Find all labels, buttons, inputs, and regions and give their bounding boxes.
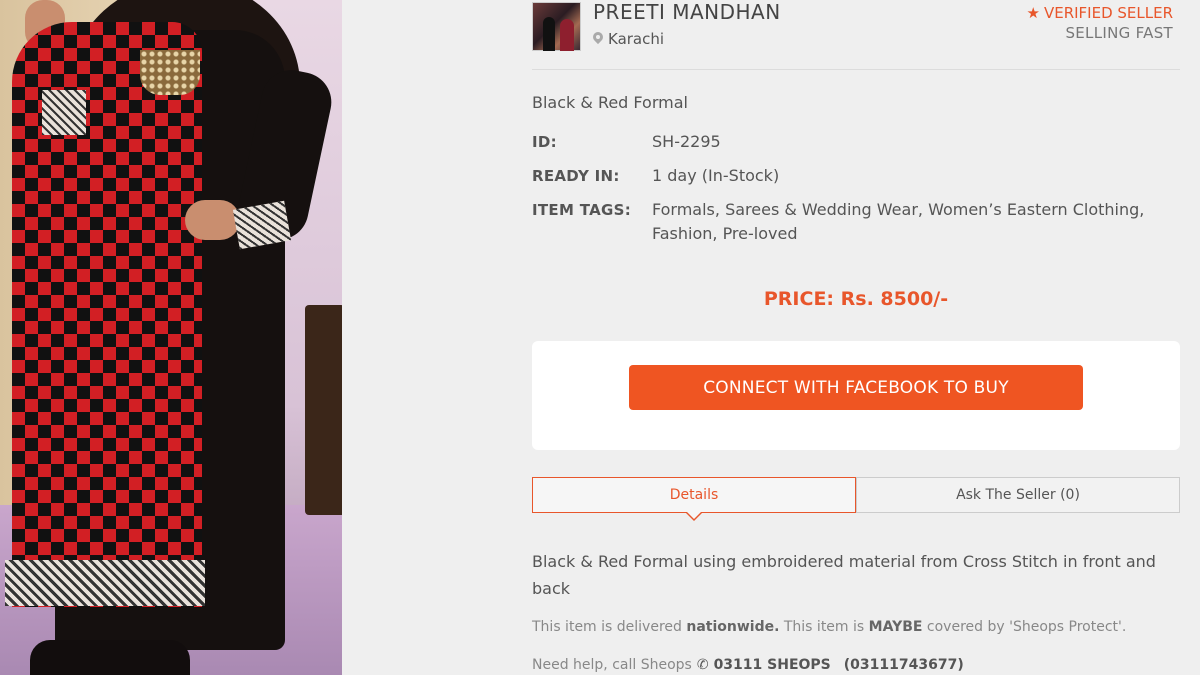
meta-id-label: ID: xyxy=(532,133,557,151)
buy-box: CONNECT WITH FACEBOOK TO BUY xyxy=(532,341,1180,450)
phone-icon: ✆ xyxy=(696,657,709,673)
product-meta: ID: SH-2295 READY IN: 1 day (In-Stock) I… xyxy=(532,130,1180,256)
product-description: Black & Red Formal using embroidered mat… xyxy=(532,552,1156,598)
seller-location-text: Karachi xyxy=(608,30,665,48)
meta-tags-value[interactable]: Formals, Sarees & Wedding Wear, Women’s … xyxy=(652,198,1152,246)
meta-row-id: ID: SH-2295 xyxy=(532,130,1180,154)
help-phone[interactable]: 03111 SHEOPS xyxy=(714,657,831,673)
selling-status: SELLING FAST xyxy=(1065,24,1173,42)
delivery-info: This item is delivered nationwide. This … xyxy=(532,619,1127,635)
tab-ask-seller[interactable]: Ask The Seller (0) xyxy=(856,477,1180,513)
help-text: Need help, call Sheops xyxy=(532,657,692,673)
help-number[interactable]: (03111743677) xyxy=(844,657,964,673)
meta-tags-label: ITEM TAGS: xyxy=(532,201,631,219)
meta-id-value: SH-2295 xyxy=(652,132,721,151)
photo-hem xyxy=(5,560,205,606)
map-pin-icon xyxy=(593,32,603,46)
seller-name[interactable]: PREETI MANDHAN xyxy=(593,0,781,24)
tab-details[interactable]: Details xyxy=(532,477,856,521)
help-line: Need help, call Sheops ✆ 03111 SHEOPS (0… xyxy=(532,657,964,673)
photo-neckline xyxy=(140,50,200,95)
photo-right-hand xyxy=(185,200,240,240)
info-tabs: Details Ask The Seller (0) xyxy=(532,477,1180,521)
photo-houndstooth-panel xyxy=(12,22,202,607)
photo-side-table xyxy=(305,305,342,515)
verified-seller-text: VERIFIED SELLER xyxy=(1043,4,1173,22)
meta-row-tags: ITEM TAGS: Formals, Sarees & Wedding Wea… xyxy=(532,198,1180,246)
seller-location: Karachi xyxy=(593,30,664,48)
connect-facebook-buy-button[interactable]: CONNECT WITH FACEBOOK TO BUY xyxy=(629,365,1083,410)
product-photo[interactable] xyxy=(0,0,342,675)
product-title: Black & Red Formal xyxy=(532,93,688,112)
product-info-column: PREETI MANDHAN Karachi ★ VERIFIED SELLER… xyxy=(532,0,1180,673)
photo-feet xyxy=(30,640,190,675)
seller-avatar[interactable] xyxy=(532,2,581,51)
meta-row-ready: READY IN: 1 day (In-Stock) xyxy=(532,164,1180,188)
meta-ready-label: READY IN: xyxy=(532,167,620,185)
meta-ready-value: 1 day (In-Stock) xyxy=(652,166,780,185)
seller-header: PREETI MANDHAN Karachi ★ VERIFIED SELLER… xyxy=(532,0,1180,70)
product-price: PRICE: Rs. 8500/- xyxy=(763,288,949,310)
verified-seller-badge: ★ VERIFIED SELLER xyxy=(1027,4,1174,22)
star-icon: ★ xyxy=(1026,4,1040,22)
photo-left-cuff xyxy=(42,90,86,135)
